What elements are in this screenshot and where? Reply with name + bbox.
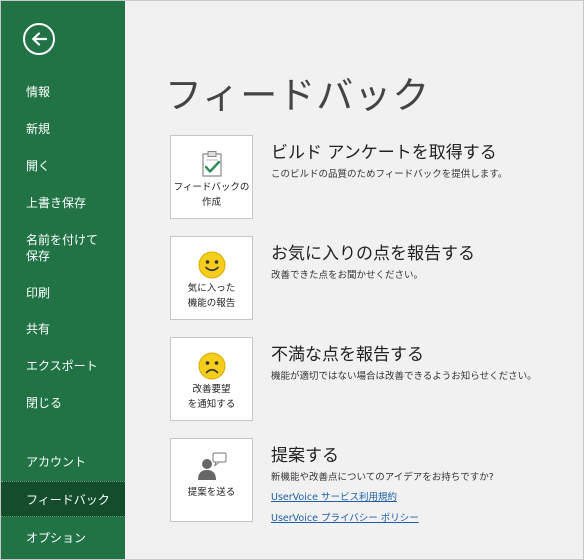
nav-save[interactable]: 上書き保存	[1, 185, 125, 221]
nav-feedback[interactable]: フィードバック	[1, 481, 125, 517]
person-speech-bubble-icon	[197, 452, 226, 480]
like-title: お気に入りの点を報告する	[271, 244, 475, 264]
nav-export[interactable]: エクスポート	[1, 348, 125, 384]
create-feedback-button[interactable]: フィードバックの 作成	[170, 135, 253, 219]
send-suggestion-button[interactable]: 提案を送る	[170, 438, 253, 522]
nav-share[interactable]: 共有	[1, 311, 125, 347]
clipboard-check-icon	[201, 151, 222, 177]
report-like-button[interactable]: 気に入った 機能の報告	[170, 236, 253, 320]
smile-face-icon	[198, 251, 225, 279]
report-dislike-label: 改善要望 を通知する	[187, 384, 236, 410]
uservoice-privacy-link[interactable]: UserVoice プライバシー ポリシー	[271, 510, 419, 524]
dislike-description: 機能が適切ではない場合は改善できるようお知らせください。	[271, 371, 537, 382]
nav-new[interactable]: 新規	[1, 111, 125, 147]
survey-title: ビルド アンケートを取得する	[271, 143, 497, 163]
like-description: 改善できた点をお聞かせください。	[271, 270, 424, 281]
survey-description: このビルドの品質のためフィードバックを提供します。	[271, 169, 508, 180]
page-title: フィードバック	[165, 74, 431, 117]
report-like-label: 気に入った 機能の報告	[187, 283, 236, 309]
nav-print[interactable]: 印刷	[1, 275, 125, 311]
arrow-left-circle-icon	[32, 32, 47, 46]
create-feedback-label: フィードバックの 作成	[173, 182, 250, 208]
suggestion-description: 新機能や改善点についてのアイデアをお持ちですか?	[271, 472, 494, 483]
send-suggestion-label: 提案を送る	[187, 487, 236, 498]
frown-face-icon	[198, 352, 225, 380]
nav-open[interactable]: 開く	[1, 148, 125, 184]
feedback-pane: フィードバック フィードバックの 作成 ビルド アンケートを取得する このビルド…	[125, 1, 583, 559]
back-button[interactable]	[23, 23, 55, 55]
nav-account[interactable]: アカウント	[1, 444, 125, 480]
backstage-sidebar: 情報 新規 開く 上書き保存 名前を付けて 保存 印刷 共有 エクスポート 閉じ…	[1, 1, 125, 559]
suggestion-title: 提案する	[271, 446, 339, 466]
nav-close[interactable]: 閉じる	[1, 385, 125, 421]
dislike-title: 不満な点を報告する	[271, 345, 424, 365]
backstage-window: 情報 新規 開く 上書き保存 名前を付けて 保存 印刷 共有 エクスポート 閉じ…	[0, 0, 584, 560]
nav-info[interactable]: 情報	[1, 74, 125, 110]
nav-options[interactable]: オプション	[1, 520, 125, 556]
nav-save-as[interactable]: 名前を付けて 保存	[1, 230, 125, 266]
report-dislike-button[interactable]: 改善要望 を通知する	[170, 337, 253, 421]
uservoice-terms-link[interactable]: UserVoice サービス利用規約	[271, 489, 397, 503]
